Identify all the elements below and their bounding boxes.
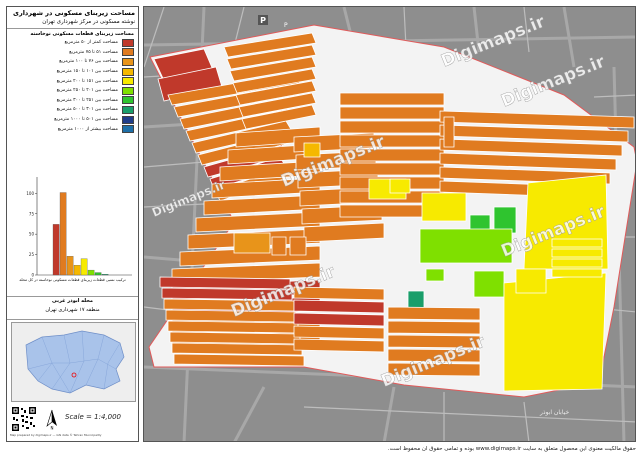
parcel <box>551 248 603 258</box>
map-frame: P P خیابان ابوذر Digimaps.ir Digimaps.ir… <box>143 6 636 442</box>
parcel <box>515 268 547 294</box>
chart-bar <box>101 274 109 276</box>
area-distribution-chart: 0 25 50 75 100 <box>7 167 138 295</box>
legend-item: مساحت بین ۱۵۱ تا ۲۰۰ مترمربع <box>7 76 138 86</box>
parcel <box>389 178 411 194</box>
map-subtitle: نوشته مسکونی در مرکز شهرداری تهران <box>42 19 135 25</box>
parcel <box>293 338 385 353</box>
legend-label: مساحت بین ۳۰۱ تا ۵۰۰ مترمربع <box>56 107 118 113</box>
legend-label: مساحت بین ۱۰۱ تا ۱۵۰ مترمربع <box>56 69 118 75</box>
chart-bar <box>87 269 95 276</box>
parcel <box>167 320 299 334</box>
legend-label: مساحت بین ۲۰۱ تا ۲۵۰ مترمربع <box>56 88 118 94</box>
parcel <box>387 320 481 335</box>
legend-swatch <box>122 38 134 47</box>
chart-bar <box>73 265 81 276</box>
chart-y-tick-label: 50 <box>29 232 35 237</box>
legend-panel: مساحت زیربنای مسکونی در شهرداری نوشته مس… <box>6 6 139 442</box>
parcel <box>421 192 467 222</box>
parcel <box>419 228 513 264</box>
chart-bar <box>66 256 74 276</box>
parcel <box>289 236 307 256</box>
legend-swatch <box>122 57 134 66</box>
legend-item: مساحت بین ۲۰۱ تا ۲۵۰ مترمربع <box>7 86 138 96</box>
legend-item: مساحت بین ۷۶ تا ۱۰۰ مترمربع <box>7 57 138 67</box>
legend-list: مساحت کمتر از ۵۰ مترمربع مساحت ۵۱ تا ۷۵ م… <box>7 38 138 134</box>
parcel <box>339 106 445 120</box>
parcel <box>339 120 445 134</box>
legend-swatch <box>122 125 134 134</box>
parcel <box>339 162 445 176</box>
legend-label: مساحت بین ۲۵۱ تا ۳۰۰ مترمربع <box>56 97 118 103</box>
legend-swatch <box>122 96 134 105</box>
parcel <box>339 92 445 106</box>
legend-swatch <box>122 48 134 57</box>
locator-inset-map <box>11 322 136 402</box>
inset-svg <box>12 323 135 401</box>
parcel <box>169 331 301 345</box>
legend-heading: مساحت زیربنای قطعات مسکونی نوخاسته <box>30 31 134 37</box>
legend-label: مساحت بین ۵۰۱ تا ۱۰۰۰ مترمربع <box>54 117 118 123</box>
chart-bar <box>52 224 60 276</box>
parcel <box>293 325 385 340</box>
parcel <box>551 238 603 248</box>
legend-item: مساحت کمتر از ۵۰ مترمربع <box>7 38 138 48</box>
map-credit: Map prepared by digimaps.ir — GIS data ©… <box>10 433 102 437</box>
legend-item: مساحت بین ۲۵۱ تا ۳۰۰ مترمربع <box>7 96 138 106</box>
map-title-box: مساحت زیربنای مسکونی در شهرداری نوشته مس… <box>7 7 138 29</box>
chart-y-tick-label: 100 <box>26 191 34 196</box>
legend-item: مساحت بیشتر از ۱۰۰۰ مترمربع <box>7 124 138 134</box>
legend-item: مساحت بین ۱۰۱ تا ۱۵۰ مترمربع <box>7 67 138 77</box>
legend-label: مساحت کمتر از ۵۰ مترمربع <box>64 40 118 46</box>
legend-item: مساحت بین ۵۰۱ تا ۱۰۰۰ مترمربع <box>7 115 138 125</box>
parking-icon-letter: P <box>260 16 266 25</box>
map-footer: N Scale = 1:4,000 Map prepared by digima… <box>7 404 138 441</box>
copyright-note: حقوق مالکیت معنوی این محصول متعلق به سای… <box>387 446 636 452</box>
legend-label: مساحت بیشتر از ۱۰۰۰ مترمربع <box>57 126 118 132</box>
parcel <box>473 270 505 298</box>
qr-code-icon <box>11 406 37 432</box>
street-label: خیابان ابوذر <box>539 409 569 416</box>
chart-caption: ترکیب نسبی قطعات زیربنای قطعات مسکونی نو… <box>19 277 126 282</box>
legend-item: مساحت بین ۳۰۱ تا ۵۰۰ مترمربع <box>7 105 138 115</box>
legend-item: مساحت ۵۱ تا ۷۵ مترمربع <box>7 48 138 58</box>
parcel <box>293 312 385 327</box>
parcel <box>293 299 385 314</box>
parcel <box>425 268 445 282</box>
north-label: N <box>51 426 54 431</box>
parcel <box>271 236 287 256</box>
chart-bar <box>94 272 102 276</box>
legend-label: مساحت بین ۷۶ تا ۱۰۰ مترمربع <box>59 59 118 65</box>
chart-bar <box>59 192 67 276</box>
map-title: مساحت زیربنای مسکونی در شهرداری <box>13 9 135 17</box>
parcel <box>551 258 603 268</box>
legend-swatch <box>122 115 134 124</box>
scale-label: Scale = 1:4,000 <box>65 413 121 421</box>
parking-label: P <box>284 22 288 29</box>
map-sheet: مساحت زیربنای مسکونی در شهرداری نوشته مس… <box>0 0 643 461</box>
parcel-map: P P خیابان ابوذر Digimaps.ir Digimaps.ir… <box>144 7 635 441</box>
parcel <box>171 342 303 356</box>
north-arrow-icon: N <box>46 409 57 431</box>
chart-svg: 0255075100 <box>26 177 132 278</box>
parcel <box>551 268 603 278</box>
chart-y-tick-label: 75 <box>29 211 35 216</box>
neighborhood-name: محله ابوذر غربی <box>52 298 93 304</box>
chart-y-tick-label: 25 <box>29 252 35 257</box>
area-info: محله ابوذر غربی منطقه ۱۷ شهرداری تهران <box>7 296 138 320</box>
parcel <box>173 353 305 367</box>
legend-swatch <box>122 67 134 76</box>
legend-label: مساحت بین ۱۵۱ تا ۲۰۰ مترمربع <box>56 78 118 84</box>
parcel <box>443 116 455 148</box>
legend-swatch <box>122 77 134 86</box>
region-name: منطقه ۱۷ شهرداری تهران <box>45 307 100 313</box>
legend-swatch <box>122 86 134 95</box>
parcel <box>233 232 271 254</box>
parcel <box>387 306 481 321</box>
legend-label: مساحت ۵۱ تا ۷۵ مترمربع <box>69 49 118 55</box>
legend-swatch <box>122 105 134 114</box>
parcel <box>303 142 321 158</box>
chart-bar <box>80 258 88 276</box>
